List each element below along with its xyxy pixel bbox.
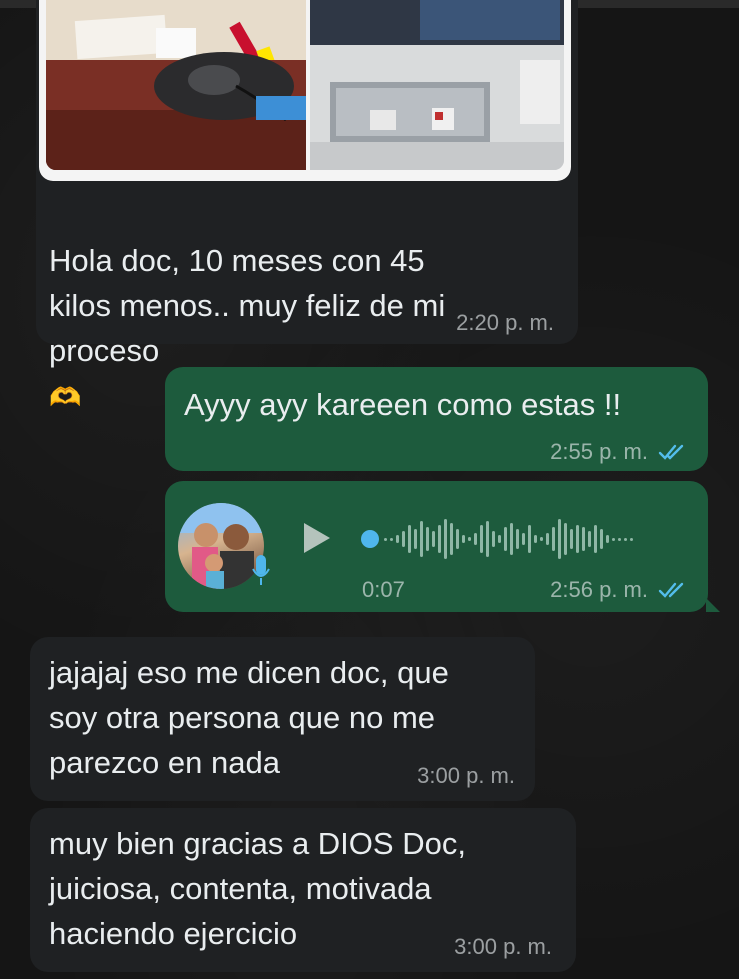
outgoing-voice-message[interactable]: 0:07 2:56 p. m. — [165, 481, 708, 612]
heart-hands-emoji: 🫶 — [49, 382, 82, 412]
incoming-message[interactable]: jajajaj eso me dicen doc, que soy otra p… — [30, 637, 535, 801]
photo-album[interactable] — [39, 0, 571, 181]
incoming-message-photo[interactable]: Hola doc, 10 meses con 45 kilos menos.. … — [36, 0, 578, 412]
message-time: 3:00 p. m. — [417, 763, 515, 788]
outgoing-message[interactable]: Ayyy ayy kareeen como estas !! 2:55 p. m… — [165, 367, 708, 471]
double-check-icon — [658, 444, 684, 460]
message-time: 2:55 p. m. — [550, 439, 648, 464]
message-body: Hola doc, 10 meses con 45 kilos menos.. … — [49, 243, 446, 368]
voice-waveform[interactable] — [360, 511, 680, 567]
message-body: Ayyy ayy kareeen como estas !! — [184, 387, 622, 422]
message-time: 2:56 p. m. — [550, 577, 648, 602]
incoming-message[interactable]: muy bien gracias a DIOS Doc, juiciosa, c… — [30, 808, 576, 972]
double-check-icon — [658, 582, 684, 598]
message-time: 2:20 p. m. — [456, 310, 554, 335]
microphone-icon — [252, 555, 270, 585]
photo-desk-thumbnail[interactable] — [46, 0, 306, 170]
bubble-tail — [706, 598, 720, 612]
photo-cabinet-thumbnail[interactable] — [310, 0, 564, 170]
play-icon[interactable] — [301, 521, 333, 555]
message-time: 3:00 p. m. — [454, 934, 552, 959]
voice-duration: 0:07 — [362, 577, 405, 602]
